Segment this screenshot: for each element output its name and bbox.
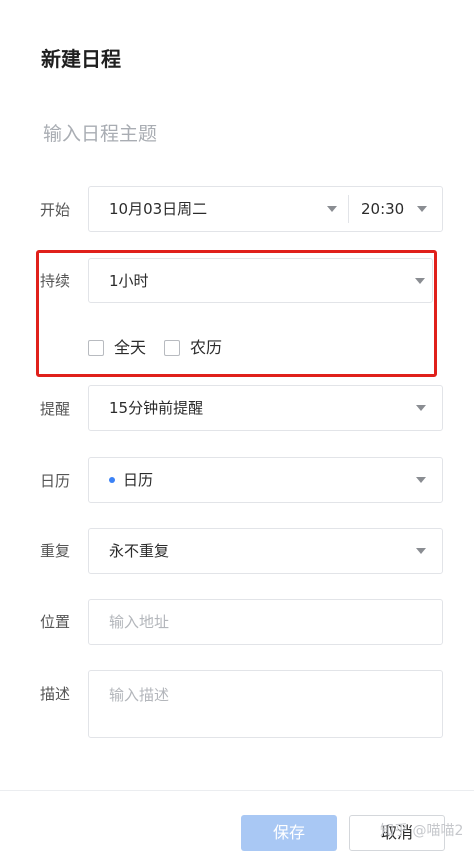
description-placeholder: 输入描述 [109,686,170,704]
watermark: 知乎 @喵喵2 [380,823,464,839]
start-field: 10月03日周二 20:30 [88,186,443,232]
start-time-value: 20:30 [361,200,405,218]
repeat-select[interactable]: 永不重复 [88,528,443,574]
description-label: 描述 [40,685,71,703]
chevron-down-icon [416,405,426,411]
chevron-down-icon [416,477,426,483]
calendar-value: 日历 [123,471,154,489]
location-placeholder: 输入地址 [109,613,170,631]
chevron-down-icon [327,206,337,212]
calendar-color-dot [109,477,115,483]
location-label: 位置 [40,613,71,631]
save-button[interactable]: 保存 [241,815,337,851]
start-label: 开始 [40,201,71,219]
calendar-select[interactable]: 日历 [88,457,443,503]
page-title: 新建日程 [41,47,121,71]
chevron-down-icon [416,548,426,554]
chevron-down-icon [417,206,427,212]
calendar-label: 日历 [40,472,71,490]
reminder-value: 15分钟前提醒 [109,399,204,417]
footer-divider [0,790,474,791]
start-date-select[interactable]: 10月03日周二 [89,187,348,231]
start-date-value: 10月03日周二 [109,200,208,218]
subject-input[interactable]: 输入日程主题 [43,120,157,148]
reminder-select[interactable]: 15分钟前提醒 [88,385,443,431]
description-textarea[interactable]: 输入描述 [88,670,443,738]
repeat-value: 永不重复 [109,542,170,560]
location-input[interactable]: 输入地址 [88,599,443,645]
reminder-label: 提醒 [40,400,71,418]
highlight-annotation [36,250,437,377]
repeat-label: 重复 [40,542,71,560]
start-time-select[interactable]: 20:30 [349,187,442,231]
